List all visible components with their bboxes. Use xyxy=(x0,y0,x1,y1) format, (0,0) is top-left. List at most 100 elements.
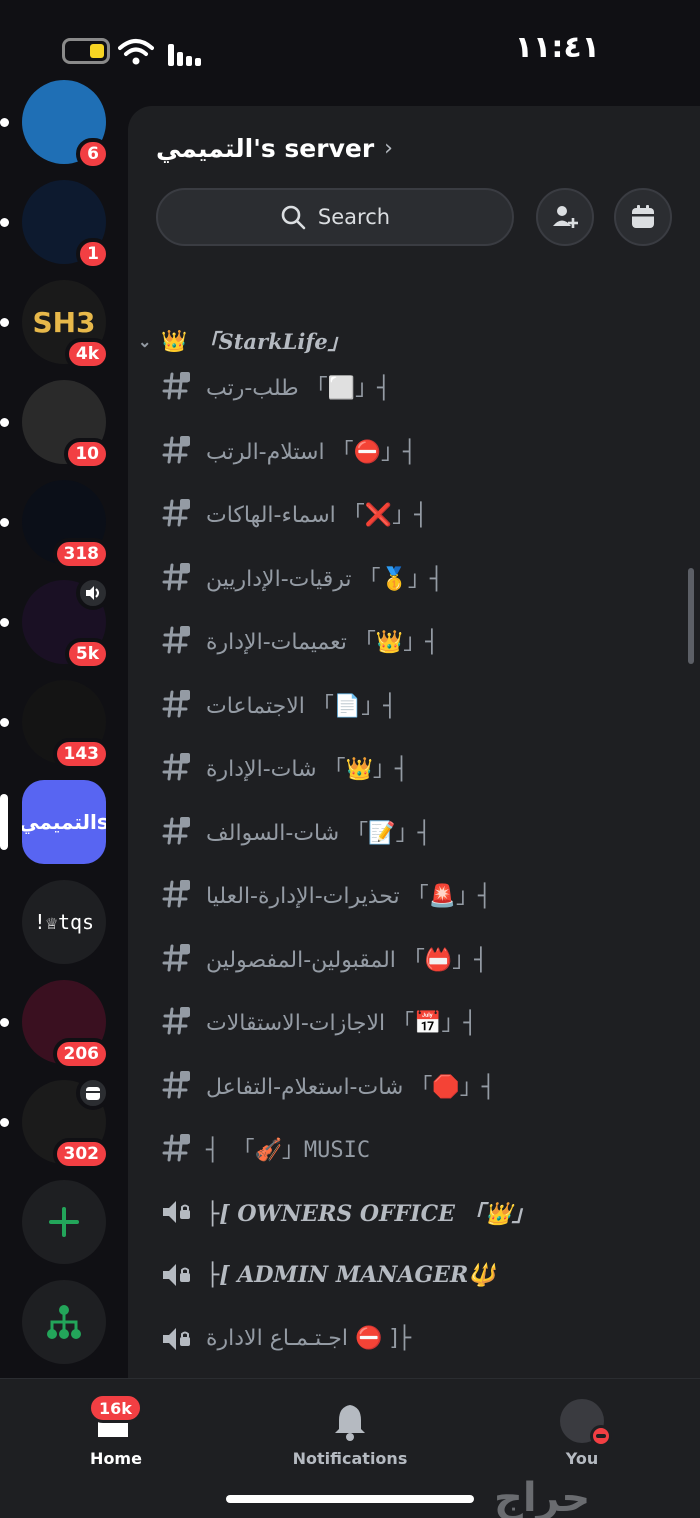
locked-hashtag-icon xyxy=(160,878,192,910)
text-channel[interactable]: استلام-الرتب 「⛔」┤ xyxy=(160,425,680,475)
server-4[interactable]: 318 xyxy=(0,480,110,570)
channel-name: الاجتماعات 「📄」┤ xyxy=(206,693,397,719)
scrollbar[interactable] xyxy=(688,568,694,664)
mention-badge: 5k xyxy=(64,638,110,670)
nav-home-label: Home xyxy=(90,1449,142,1468)
server-icon: !♕tqs xyxy=(22,880,106,964)
locked-hashtag-icon xyxy=(160,942,192,974)
locked-hashtag-icon xyxy=(160,497,192,529)
bell-icon xyxy=(335,1405,365,1441)
discover-button[interactable] xyxy=(22,1280,106,1364)
locked-voice-icon xyxy=(160,1323,192,1355)
server-3[interactable]: 10 xyxy=(0,380,110,470)
voice-channel[interactable]: ├[ ADMIN MANAGER🔱 xyxy=(160,1250,680,1300)
chevron-down-icon: ⌄ xyxy=(138,331,152,351)
mention-badge: 143 xyxy=(52,738,110,770)
server-icon: التميميs xyxy=(22,780,106,864)
server-label: التميميs xyxy=(22,810,106,834)
locked-hashtag-icon xyxy=(160,370,192,402)
server-6[interactable]: 143 xyxy=(0,680,110,770)
locked-hashtag-icon xyxy=(160,1069,192,1101)
locked-voice-icon xyxy=(160,1259,192,1291)
mention-badge: 302 xyxy=(52,1138,110,1170)
wifi-icon xyxy=(118,39,154,65)
server-8[interactable]: !♕tqs xyxy=(22,880,106,964)
locked-hashtag-icon xyxy=(160,1132,192,1164)
unread-indicator xyxy=(0,418,9,427)
text-channel[interactable]: طلب-رتب 「⬜」┤ xyxy=(160,361,680,411)
watermark: حراج xyxy=(494,1475,591,1518)
events-button[interactable] xyxy=(614,188,672,246)
hub-icon xyxy=(22,1280,106,1364)
nav-you-label: You xyxy=(565,1449,599,1468)
text-channel[interactable]: المقبولين-المفصولين 「📛」┤ xyxy=(160,933,680,983)
channel-name: تعميمات-الإدارة 「👑」┤ xyxy=(206,630,439,655)
search-label: Search xyxy=(317,205,391,229)
channel-name: شات-السوالف 「📝」┤ xyxy=(206,820,431,846)
channel-name: ├[ OWNERS OFFICE 「👑」 xyxy=(206,1200,534,1227)
voice-channel[interactable]: ├[ OWNERS OFFICE 「👑」 xyxy=(160,1187,680,1237)
text-channel[interactable]: الاجتماعات 「📄」┤ xyxy=(160,679,680,729)
locked-hashtag-icon xyxy=(160,434,192,466)
channel-name: اسماء-الهاكات 「❌」┤ xyxy=(206,503,428,528)
nav-notifications-label: Notifications xyxy=(292,1449,408,1468)
nav-notifications[interactable]: Notifications xyxy=(270,1399,430,1468)
text-channel[interactable]: اسماء-الهاكات 「❌」┤ xyxy=(160,488,680,538)
server-rail[interactable]: 6 1 SH3 4k 10 318 5k 143 التميميs !♕tqs 206 302 xyxy=(0,70,128,1376)
nav-you[interactable]: You xyxy=(502,1399,662,1468)
channel-name: استلام-الرتب 「⛔」┤ xyxy=(206,439,417,465)
search-icon xyxy=(281,205,306,230)
dnd-status-icon xyxy=(590,1425,612,1447)
channel-panel: التميمي's server › Search ⌄ 👑 「StarkLife… xyxy=(128,106,700,1378)
bottom-nav: Home 16k Notifications You حراج xyxy=(0,1378,700,1518)
server-7[interactable]: التميميs xyxy=(0,780,106,864)
unread-indicator xyxy=(0,1118,9,1127)
status-time: ١١:٤١ xyxy=(514,30,600,65)
invite-members-button[interactable] xyxy=(536,188,594,246)
text-channel[interactable]: ترقيات-الإداريين 「🥇」┤ xyxy=(160,552,680,602)
signal-icon xyxy=(168,44,201,66)
locked-hashtag-icon xyxy=(160,1005,192,1037)
locked-hashtag-icon xyxy=(160,688,192,720)
add-user-icon xyxy=(553,206,578,228)
channel-name: الاجازات-الاستقالات 「📅」┤ xyxy=(206,1011,477,1036)
text-channel[interactable]: شات-الإدارة 「👑」┤ xyxy=(160,742,680,792)
mention-badge: 4k xyxy=(64,338,110,370)
channel-name: طلب-رتب 「⬜」┤ xyxy=(206,376,391,401)
server-5[interactable]: 5k xyxy=(0,576,110,670)
search-button[interactable]: Search xyxy=(156,188,514,246)
voice-channel[interactable]: اجـتـمـاع الادارة ⛔ ]├ xyxy=(160,1314,680,1364)
server-header[interactable]: التميمي's server › xyxy=(156,134,393,163)
calendar-icon xyxy=(76,1076,110,1110)
mention-badge: 206 xyxy=(52,1038,110,1070)
text-channel[interactable]: تعميمات-الإدارة 「👑」┤ xyxy=(160,615,680,665)
server-10[interactable]: 302 xyxy=(0,1076,110,1170)
avatar xyxy=(560,1399,612,1447)
category-header[interactable]: ⌄ 👑 「StarkLife」 xyxy=(138,326,349,356)
crown-icon: 👑 xyxy=(161,328,188,353)
channel-name: شات-استعلام-التفاعل 「🛑」┤ xyxy=(206,1074,495,1100)
text-channel[interactable]: شات-استعلام-التفاعل 「🛑」┤ xyxy=(160,1060,680,1110)
text-channel[interactable]: الاجازات-الاستقالات 「📅」┤ xyxy=(160,996,680,1046)
mention-badge: 10 xyxy=(64,438,110,470)
mention-badge: 318 xyxy=(52,538,110,570)
speaker-icon xyxy=(76,576,110,610)
unread-indicator xyxy=(0,618,9,627)
add-server-button[interactable] xyxy=(22,1180,106,1264)
channel-name: ┤ 「🎻」MUSIC xyxy=(206,1138,371,1163)
server-9[interactable]: 206 xyxy=(0,980,110,1070)
text-channel[interactable]: شات-السوالف 「📝」┤ xyxy=(160,806,680,856)
text-channel[interactable]: تحذيرات-الإدارة-العليا 「🚨」┤ xyxy=(160,869,680,919)
channel-name: ترقيات-الإداريين 「🥇」┤ xyxy=(206,566,444,592)
channel-name: ├[ ADMIN MANAGER🔱 xyxy=(206,1262,496,1288)
channel-name: المقبولين-المفصولين 「📛」┤ xyxy=(206,947,488,973)
server-2[interactable]: SH3 4k xyxy=(0,280,110,370)
mention-badge: 6 xyxy=(76,138,110,170)
channel-name: اجـتـمـاع الادارة ⛔ ]├ xyxy=(206,1326,412,1351)
server-0[interactable]: 6 xyxy=(0,80,110,170)
server-1[interactable]: 1 xyxy=(0,180,110,270)
text-channel[interactable]: ┤ 「🎻」MUSIC xyxy=(160,1123,680,1173)
home-indicator[interactable] xyxy=(226,1495,474,1503)
unread-indicator xyxy=(0,718,9,727)
channel-name: شات-الإدارة 「👑」┤ xyxy=(206,757,409,782)
